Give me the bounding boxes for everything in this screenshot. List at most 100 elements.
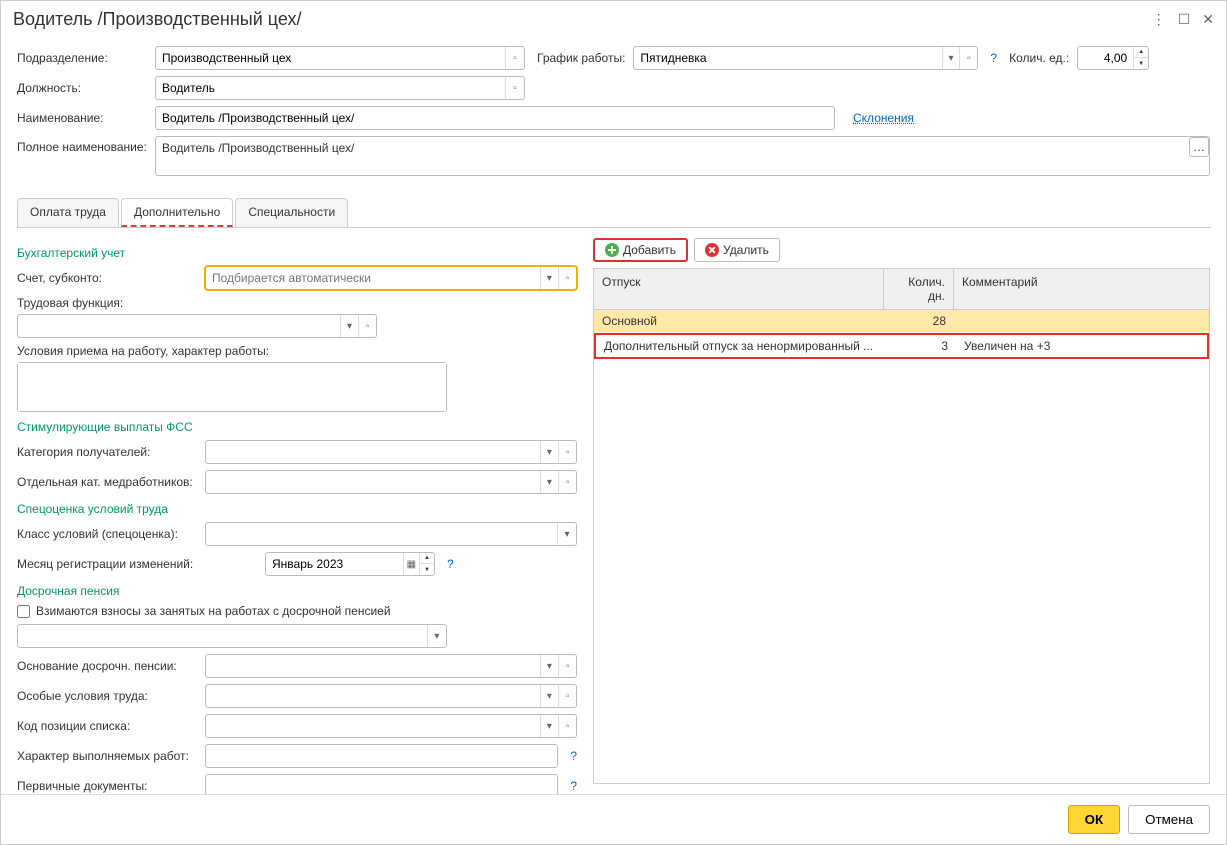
pension-basis-input[interactable] bbox=[206, 659, 540, 673]
table-row[interactable]: Основной 28 bbox=[594, 310, 1209, 333]
dropdown-icon[interactable]: ▾ bbox=[540, 267, 558, 289]
cancel-button[interactable]: Отмена bbox=[1128, 805, 1210, 834]
conditions-label: Условия приема на работу, характер работ… bbox=[17, 344, 577, 358]
spinner-down-icon[interactable]: ▼ bbox=[1134, 58, 1148, 69]
cell-otpusk: Дополнительный отпуск за ненормированный… bbox=[596, 335, 886, 357]
pension-basis-label: Основание досрочн. пенсии: bbox=[17, 659, 197, 673]
dropdown-icon[interactable]: ▾ bbox=[540, 441, 558, 463]
med-cat-input[interactable] bbox=[206, 475, 540, 489]
delete-icon bbox=[705, 243, 719, 257]
add-button-label: Добавить bbox=[623, 243, 676, 257]
recipient-cat-label: Категория получателей: bbox=[17, 445, 197, 459]
col-comment-header[interactable]: Комментарий bbox=[954, 269, 1209, 309]
cell-comment bbox=[954, 310, 1209, 332]
calendar-icon[interactable]: ▦ bbox=[403, 553, 419, 575]
work-nature-input[interactable] bbox=[206, 749, 557, 763]
month-input[interactable] bbox=[266, 557, 403, 571]
work-nature-label: Характер выполняемых работ: bbox=[17, 749, 197, 763]
add-button[interactable]: Добавить bbox=[593, 238, 688, 262]
dropdown-icon[interactable]: ▾ bbox=[540, 685, 558, 707]
list-code-input[interactable] bbox=[206, 719, 540, 733]
expand-icon[interactable]: … bbox=[1189, 137, 1209, 157]
open-icon[interactable]: ▫ bbox=[358, 315, 376, 337]
spinner-up-icon[interactable]: ▲ bbox=[420, 553, 434, 564]
help-icon[interactable]: ? bbox=[990, 51, 997, 65]
open-icon[interactable]: ▫ bbox=[558, 471, 576, 493]
open-icon[interactable]: ▫ bbox=[959, 47, 977, 69]
open-icon[interactable]: ▫ bbox=[558, 715, 576, 737]
special-cond-label: Особые условия труда: bbox=[17, 689, 197, 703]
department-label: Подразделение: bbox=[17, 51, 147, 65]
open-icon[interactable]: ▫ bbox=[558, 441, 576, 463]
special-cond-input[interactable] bbox=[206, 689, 540, 703]
more-icon[interactable]: ⋮ bbox=[1152, 11, 1166, 28]
fullname-label: Полное наименование: bbox=[17, 136, 147, 154]
table-row[interactable]: Дополнительный отпуск за ненормированный… bbox=[594, 333, 1209, 359]
open-icon[interactable]: ▫ bbox=[505, 77, 524, 99]
name-label: Наименование: bbox=[17, 111, 147, 125]
add-icon bbox=[605, 243, 619, 257]
sout-section-title: Спецоценка условий труда bbox=[17, 502, 577, 516]
cell-comment: Увеличен на +3 bbox=[956, 335, 1207, 357]
window-title: Водитель /Производственный цех/ bbox=[13, 9, 1152, 30]
accounting-section-title: Бухгалтерский учет bbox=[17, 246, 577, 260]
vacation-table: Отпуск Колич. дн. Комментарий Основной 2… bbox=[593, 268, 1210, 784]
tab-extra[interactable]: Дополнительно bbox=[121, 198, 233, 227]
class-input[interactable] bbox=[206, 527, 557, 541]
open-icon[interactable]: ▫ bbox=[558, 267, 576, 289]
pension-checkbox-label: Взимаются взносы за занятых на работах с… bbox=[36, 604, 391, 618]
dropdown-icon[interactable]: ▾ bbox=[557, 523, 576, 545]
col-days-header[interactable]: Колич. дн. bbox=[884, 269, 954, 309]
help-icon[interactable]: ? bbox=[570, 749, 577, 763]
list-code-label: Код позиции списка: bbox=[17, 719, 197, 733]
pension-section-title: Досрочная пенсия bbox=[17, 584, 577, 598]
close-icon[interactable]: ✕ bbox=[1202, 11, 1214, 28]
tab-spec[interactable]: Специальности bbox=[235, 198, 348, 227]
primary-docs-label: Первичные документы: bbox=[17, 779, 197, 793]
account-label: Счет, субконто: bbox=[17, 271, 197, 285]
open-icon[interactable]: ▫ bbox=[558, 685, 576, 707]
ok-button[interactable]: ОК bbox=[1068, 805, 1121, 834]
spinner-up-icon[interactable]: ▲ bbox=[1134, 47, 1148, 58]
tab-pay[interactable]: Оплата труда bbox=[17, 198, 119, 227]
cell-otpusk: Основной bbox=[594, 310, 884, 332]
open-icon[interactable]: ▫ bbox=[505, 47, 524, 69]
declension-link[interactable]: Склонения bbox=[853, 111, 914, 125]
dropdown-icon[interactable]: ▾ bbox=[942, 47, 960, 69]
fullname-value[interactable]: Водитель /Производственный цех/ bbox=[162, 141, 354, 155]
account-input[interactable] bbox=[206, 271, 540, 285]
spinner-down-icon[interactable]: ▼ bbox=[420, 564, 434, 575]
position-label: Должность: bbox=[17, 81, 147, 95]
dropdown-icon[interactable]: ▾ bbox=[340, 315, 358, 337]
conditions-input[interactable] bbox=[18, 363, 446, 411]
dropdown-icon[interactable]: ▾ bbox=[540, 715, 558, 737]
cell-days: 3 bbox=[886, 335, 956, 357]
department-input[interactable] bbox=[156, 51, 505, 65]
position-input[interactable] bbox=[156, 81, 505, 95]
labor-func-input[interactable] bbox=[18, 319, 340, 333]
med-cat-label: Отдельная кат. медработников: bbox=[17, 475, 197, 489]
recipient-cat-input[interactable] bbox=[206, 445, 540, 459]
schedule-input[interactable] bbox=[634, 51, 941, 65]
fss-section-title: Стимулирующие выплаты ФСС bbox=[17, 420, 577, 434]
qty-input[interactable] bbox=[1078, 51, 1133, 65]
dropdown-icon[interactable]: ▾ bbox=[540, 655, 558, 677]
help-icon[interactable]: ? bbox=[570, 779, 577, 793]
dropdown-icon[interactable]: ▾ bbox=[540, 471, 558, 493]
class-label: Класс условий (спецоценка): bbox=[17, 527, 197, 541]
col-otpusk-header[interactable]: Отпуск bbox=[594, 269, 884, 309]
dropdown-icon[interactable]: ▾ bbox=[427, 625, 446, 647]
help-icon[interactable]: ? bbox=[447, 557, 454, 571]
open-icon[interactable]: ▫ bbox=[558, 655, 576, 677]
delete-button-label: Удалить bbox=[723, 243, 769, 257]
labor-func-label: Трудовая функция: bbox=[17, 296, 577, 310]
qty-label: Колич. ед.: bbox=[1009, 51, 1069, 65]
delete-button[interactable]: Удалить bbox=[694, 238, 780, 262]
pension-checkbox[interactable] bbox=[17, 605, 30, 618]
maximize-icon[interactable]: ☐ bbox=[1178, 11, 1191, 28]
name-input[interactable] bbox=[156, 111, 834, 125]
cell-days: 28 bbox=[884, 310, 954, 332]
pension-extra-input[interactable] bbox=[18, 629, 427, 643]
month-label: Месяц регистрации изменений: bbox=[17, 557, 257, 571]
primary-docs-input[interactable] bbox=[206, 779, 557, 793]
